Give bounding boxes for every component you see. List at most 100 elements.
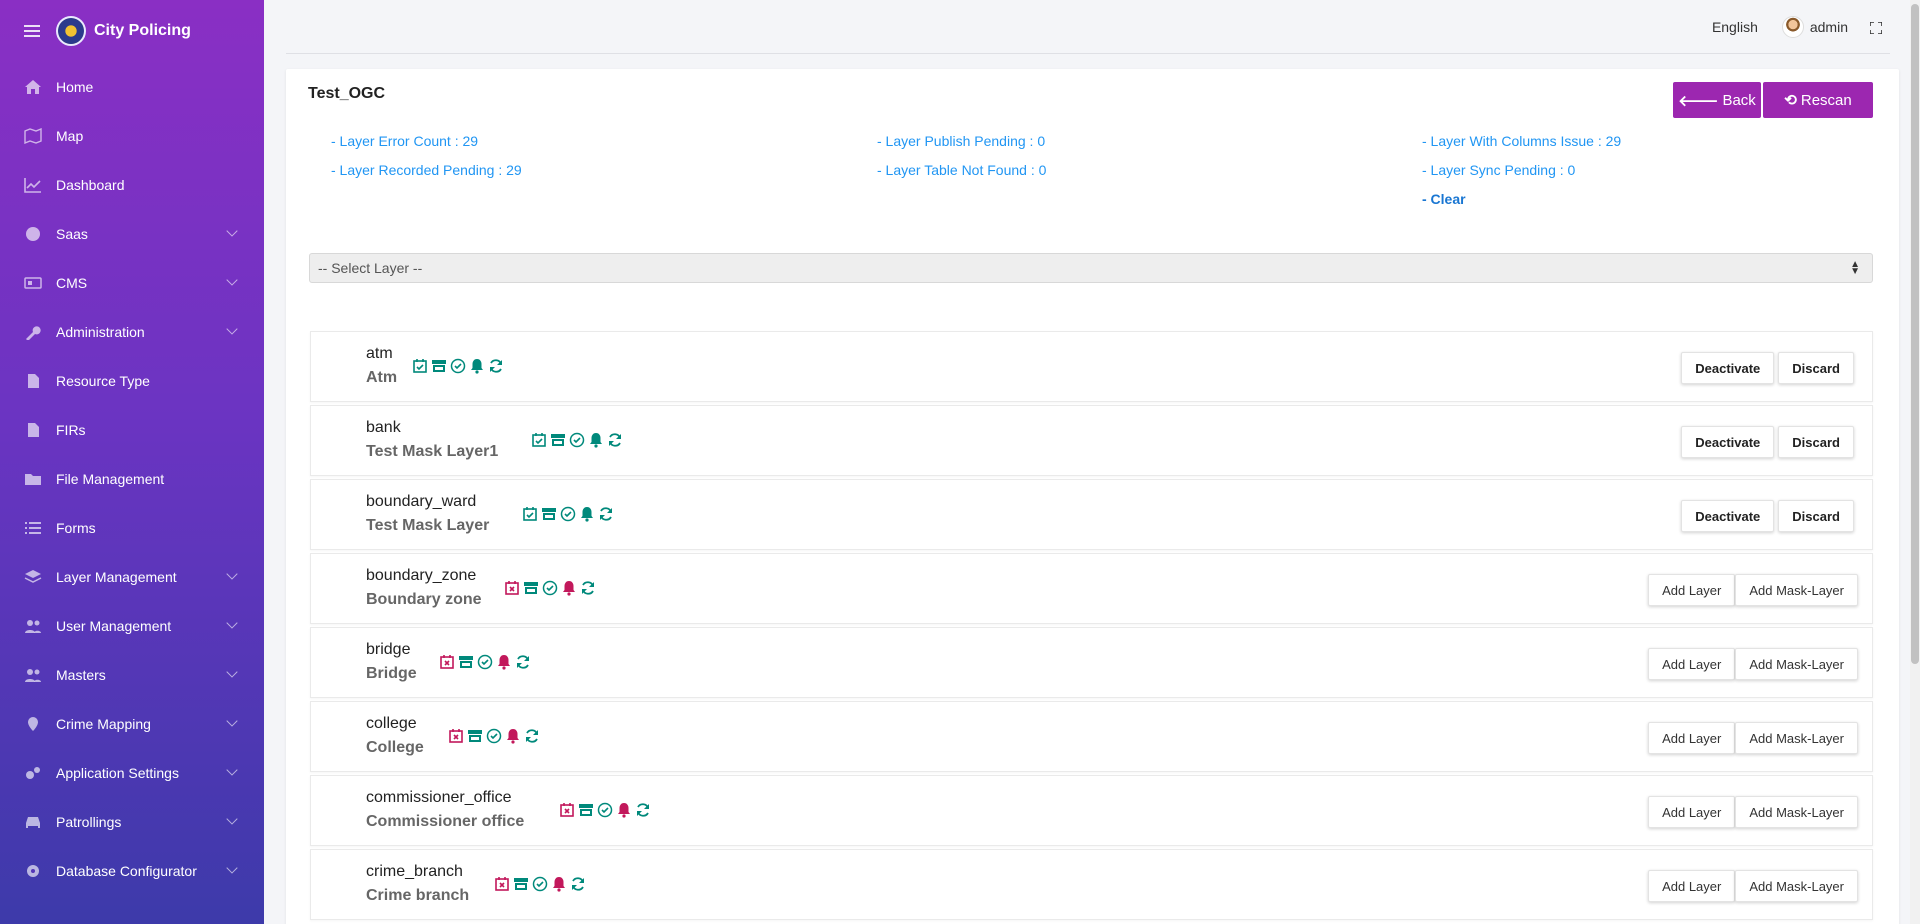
check-circle-icon xyxy=(569,432,585,448)
gear-icon xyxy=(24,863,42,879)
users-icon xyxy=(24,618,42,634)
deactivate-button[interactable]: Deactivate xyxy=(1681,500,1775,532)
bell-icon xyxy=(581,507,593,522)
sidebar-item-label: User Management xyxy=(56,617,172,634)
layer-alias: Crime branch xyxy=(366,887,470,904)
sidebar-item-label: Database Configurator xyxy=(56,862,197,879)
map-marker-icon xyxy=(24,716,42,732)
bell-icon xyxy=(562,581,575,596)
chevron-down-icon xyxy=(226,568,238,580)
cms-icon xyxy=(24,275,42,291)
sidebar-item-database-configurator[interactable]: Database Configurator xyxy=(0,846,264,895)
sidebar-item-resource-type[interactable]: Resource Type xyxy=(0,356,264,405)
add-mask-layer-button[interactable]: Add Mask-Layer xyxy=(1735,574,1858,606)
add-layer-button[interactable]: Add Layer xyxy=(1648,574,1736,606)
sidebar-item-layer-management[interactable]: Layer Management xyxy=(0,552,264,601)
chevron-down-icon xyxy=(226,617,238,629)
hamburger-menu-icon[interactable] xyxy=(24,25,40,37)
sidebar-item-file-management[interactable]: File Management xyxy=(0,454,264,503)
sidebar-item-label: Masters xyxy=(56,666,106,683)
layer-alias: Bridge xyxy=(366,665,417,682)
sidebar-item-label: Forms xyxy=(56,519,96,536)
sidebar-item-home[interactable]: Home xyxy=(0,62,264,111)
sidebar-item-label: Layer Management xyxy=(56,568,177,585)
layer-sync-pending-link[interactable]: - Layer Sync Pending : 0 xyxy=(1422,162,1575,178)
sidebar-item-saas[interactable]: Saas xyxy=(0,209,264,258)
layer-alias: College xyxy=(366,739,424,756)
layer-status-icons xyxy=(412,358,507,374)
layer-alias: Test Mask Layer1 xyxy=(366,443,499,460)
username: admin xyxy=(1809,19,1848,35)
language-selector[interactable]: English xyxy=(1712,19,1758,35)
layer-name: boundary_zone xyxy=(366,567,477,584)
sidebar-item-patrollings[interactable]: Patrollings xyxy=(0,797,264,846)
layer-error-count-link[interactable]: - Layer Error Count : 29 xyxy=(331,133,478,149)
layer-row: college College Add Layer Add Mask-Layer xyxy=(310,701,1873,772)
sidebar-item-administration[interactable]: Administration xyxy=(0,307,264,356)
app-name[interactable]: City Policing xyxy=(94,22,191,40)
sync-icon xyxy=(489,359,502,373)
add-layer-button[interactable]: Add Layer xyxy=(1648,796,1736,828)
layer-recorded-pending-link[interactable]: - Layer Recorded Pending : 29 xyxy=(331,162,522,178)
chevron-down-icon xyxy=(226,323,238,335)
select-layer-dropdown[interactable]: -- Select Layer -- ▲ ▼ xyxy=(309,253,1873,283)
add-mask-layer-button[interactable]: Add Mask-Layer xyxy=(1735,796,1858,828)
add-mask-layer-button[interactable]: Add Mask-Layer xyxy=(1735,648,1858,680)
layer-row-actions: Add Layer Add Mask-Layer xyxy=(1648,870,1858,902)
scrollbar[interactable] xyxy=(1910,0,1920,924)
discard-button[interactable]: Discard xyxy=(1778,426,1854,458)
store-icon xyxy=(459,656,474,668)
sidebar-item-map[interactable]: Map xyxy=(0,111,264,160)
add-layer-button[interactable]: Add Layer xyxy=(1648,648,1736,680)
layer-row-actions: Add Layer Add Mask-Layer xyxy=(1648,648,1858,680)
back-button[interactable]: 🡐 Back xyxy=(1673,82,1761,118)
sidebar-item-label: Administration xyxy=(56,323,145,340)
layer-name: bank xyxy=(366,419,401,436)
globe-icon xyxy=(24,226,42,242)
discard-button[interactable]: Discard xyxy=(1778,500,1854,532)
sidebar-item-label: Resource Type xyxy=(56,372,150,389)
clear-filter-link[interactable]: - Clear xyxy=(1422,191,1466,207)
chevron-down-icon xyxy=(226,813,238,825)
city-policing-logo[interactable] xyxy=(56,16,86,46)
sidebar-item-crime-mapping[interactable]: Crime Mapping xyxy=(0,699,264,748)
add-layer-button[interactable]: Add Layer xyxy=(1648,870,1736,902)
layer-row-actions: Add Layer Add Mask-Layer xyxy=(1648,796,1858,828)
user-menu[interactable]: admin xyxy=(1781,16,1848,38)
sidebar-item-application-settings[interactable]: Application Settings xyxy=(0,748,264,797)
car-icon xyxy=(24,814,42,830)
layer-columns-issue-link[interactable]: - Layer With Columns Issue : 29 xyxy=(1422,133,1621,149)
chart-icon xyxy=(24,177,42,193)
layer-row: commissioner_office Commissioner office Ad… xyxy=(310,775,1873,846)
sidebar-item-forms[interactable]: Forms xyxy=(0,503,264,552)
layer-status-icons xyxy=(439,654,534,670)
sort-arrows-icon: ▲ ▼ xyxy=(1850,259,1860,277)
add-mask-layer-button[interactable]: Add Mask-Layer xyxy=(1735,722,1858,754)
chevron-down-icon xyxy=(226,862,238,874)
sidebar-item-cms[interactable]: CMS xyxy=(0,258,264,307)
sync-icon xyxy=(581,581,594,595)
fullscreen-icon[interactable] xyxy=(1869,21,1883,35)
back-button-label: Back xyxy=(1722,91,1756,109)
layer-name: college xyxy=(366,715,417,732)
layer-row-actions: Deactivate Discard xyxy=(1677,352,1854,384)
add-mask-layer-button[interactable]: Add Mask-Layer xyxy=(1735,870,1858,902)
layer-status-icons xyxy=(504,580,599,596)
deactivate-button[interactable]: Deactivate xyxy=(1681,426,1775,458)
deactivate-button[interactable]: Deactivate xyxy=(1681,352,1775,384)
sync-icon xyxy=(517,655,530,669)
sidebar-item-user-management[interactable]: User Management xyxy=(0,601,264,650)
sidebar-item-dashboard[interactable]: Dashboard xyxy=(0,160,264,209)
sidebar-item-masters[interactable]: Masters xyxy=(0,650,264,699)
discard-button[interactable]: Discard xyxy=(1778,352,1854,384)
sidebar-item-firs[interactable]: FIRs xyxy=(0,405,264,454)
layer-table-not-found-link[interactable]: - Layer Table Not Found : 0 xyxy=(877,162,1046,178)
layer-row-actions: Add Layer Add Mask-Layer xyxy=(1648,574,1858,606)
add-layer-button[interactable]: Add Layer xyxy=(1648,722,1736,754)
users-icon xyxy=(24,667,42,683)
rescan-button[interactable]: ⟲ Rescan xyxy=(1763,82,1873,118)
chevron-down-icon xyxy=(226,666,238,678)
layer-status-icons xyxy=(522,506,617,522)
layer-publish-pending-link[interactable]: - Layer Publish Pending : 0 xyxy=(877,133,1045,149)
scrollbar-thumb[interactable] xyxy=(1911,4,1919,664)
